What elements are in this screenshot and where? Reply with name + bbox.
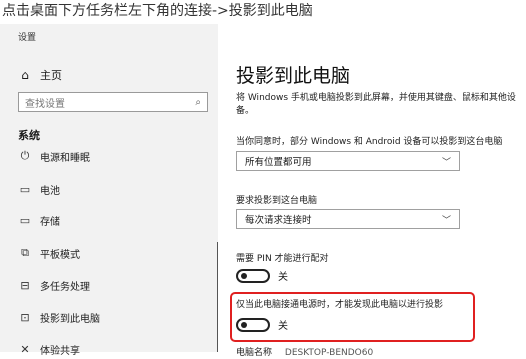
search-icon: ⌕ xyxy=(195,96,201,108)
sidebar-item-label: 投影到此电脑 xyxy=(40,313,100,325)
pc-name-value: DESKTOP-BENDO60 xyxy=(284,348,374,358)
project-icon: ⊡ xyxy=(20,310,30,324)
sidebar-divider xyxy=(217,242,218,352)
sidebar-item-tablet[interactable]: ⧉ 平板模式 xyxy=(18,243,213,263)
home-label: 主页 xyxy=(40,69,62,82)
share-icon: ✕ xyxy=(20,342,30,356)
sidebar-item-share[interactable]: ✕ 体验共享 xyxy=(18,339,213,359)
search-placeholder: 查找设置 xyxy=(25,98,65,110)
multitask-icon: ⊟ xyxy=(20,278,30,292)
chevron-down-icon: ﹀ xyxy=(441,157,451,168)
chevron-down-icon: ﹀ xyxy=(441,215,451,226)
sidebar-item-label: 平板模式 xyxy=(40,249,80,261)
availability-dropdown[interactable]: 所有位置都可用 ﹀ xyxy=(236,151,460,171)
request-value: 每次请求连接时 xyxy=(245,215,312,226)
sidebar-item-label: 存储 xyxy=(40,216,60,228)
pin-label: 需要 PIN 才能进行配对 xyxy=(236,254,329,264)
sidebar-item-power-sleep[interactable]: ⏻ 电源和睡眠 xyxy=(18,146,213,166)
availability-value: 所有位置都可用 xyxy=(245,157,312,168)
request-dropdown[interactable]: 每次请求连接时 ﹀ xyxy=(236,209,460,229)
availability-label: 当你同意时，部分 Windows 和 Android 设备可以投影到这台电脑 xyxy=(236,137,503,147)
sidebar-item-battery[interactable]: ▭ 电池 xyxy=(18,179,213,199)
sidebar-item-label: 体验共享 xyxy=(40,345,80,357)
tablet-icon: ⧉ xyxy=(21,246,29,259)
sidebar: 设置 ⌂ 主页 查找设置 ⌕ 系统 ⏻ 电源和睡眠 ▭ 电池 ▭ 存储 ⧉ 平板… xyxy=(0,24,218,357)
page-description: 将 Windows 手机或电脑投影到此屏幕，并使用其键盘、鼠标和其他设备。 xyxy=(236,93,516,116)
pin-toggle-state: 关 xyxy=(278,272,288,283)
battery-icon: ▭ xyxy=(19,182,31,196)
pin-toggle-row: 关 xyxy=(236,268,288,283)
highlight-box xyxy=(230,292,475,342)
window-title: 设置 xyxy=(18,33,37,43)
home-link[interactable]: ⌂ 主页 xyxy=(18,66,62,84)
sidebar-item-multitask[interactable]: ⊟ 多任务处理 xyxy=(18,275,213,295)
sidebar-item-label: 电源和睡眠 xyxy=(40,152,90,164)
search-input[interactable]: 查找设置 ⌕ xyxy=(18,92,208,112)
sidebar-item-label: 电池 xyxy=(40,185,60,197)
section-heading: 系统 xyxy=(18,129,40,142)
toggle-knob xyxy=(241,272,247,279)
page-title: 投影到此电脑 xyxy=(236,65,351,87)
request-label: 要求投影到这台电脑 xyxy=(236,196,318,206)
sidebar-item-storage[interactable]: ▭ 存储 xyxy=(18,210,213,230)
tutorial-caption: 点击桌面下方任务栏左下角的连接->投影到此电脑 xyxy=(0,0,526,24)
settings-window: 设置 ⌂ 主页 查找设置 ⌕ 系统 ⏻ 电源和睡眠 ▭ 电池 ▭ 存储 ⧉ 平板… xyxy=(0,24,526,358)
home-icon: ⌂ xyxy=(21,68,29,82)
storage-icon: ▭ xyxy=(19,213,31,227)
pin-toggle[interactable] xyxy=(236,268,270,283)
power-icon: ⏻ xyxy=(20,149,30,162)
sidebar-item-label: 多任务处理 xyxy=(40,281,90,293)
pc-name-label: 电脑名称 xyxy=(236,348,273,358)
sidebar-item-project[interactable]: ⊡ 投影到此电脑 xyxy=(18,307,213,327)
